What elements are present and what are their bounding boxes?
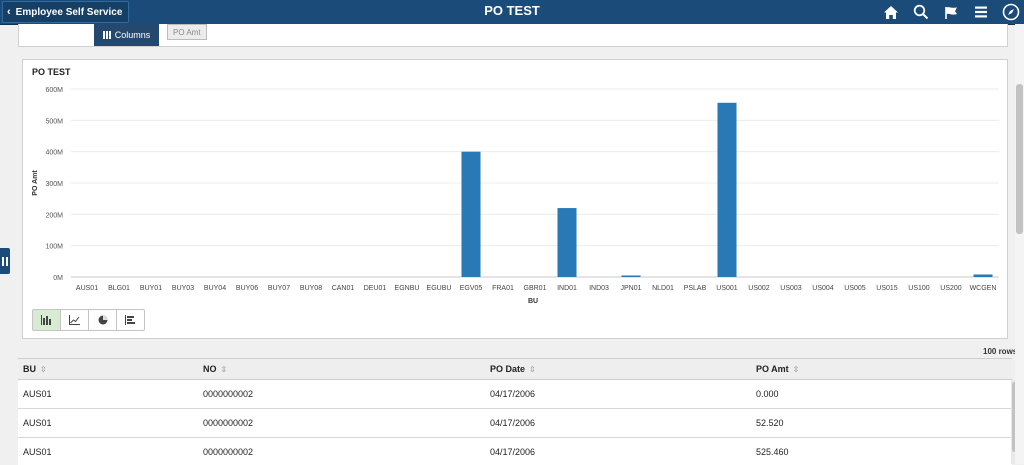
y-tick-label: 300M xyxy=(45,181,63,188)
x-tick-label: BUY04 xyxy=(204,285,226,292)
x-tick-label: EGNBU xyxy=(395,285,420,292)
page-scrollbar[interactable] xyxy=(1015,24,1024,464)
x-tick-label: EGV05 xyxy=(460,285,483,292)
cell-po-date: 04/17/2006 xyxy=(490,418,536,428)
horizontal-bar-icon[interactable] xyxy=(117,310,144,330)
cell-po-amt: 52.520 xyxy=(756,418,784,428)
y-tick-label: 100M xyxy=(45,244,63,251)
x-tick-label: US200 xyxy=(940,285,962,292)
bar xyxy=(717,102,737,277)
x-tick-label: US003 xyxy=(780,285,802,292)
back-button[interactable]: ‹ Employee Self Service xyxy=(2,1,130,23)
x-tick-label: IND03 xyxy=(589,285,609,292)
grid-header: BU ⇳ NO ⇳ PO Date ⇳ PO Amt ⇳ xyxy=(18,359,1012,380)
x-tick-label: BLG01 xyxy=(108,285,130,292)
x-tick-label: BUY07 xyxy=(268,285,290,292)
banner-actions xyxy=(874,0,1024,24)
x-tick-label: FRA01 xyxy=(492,285,514,292)
x-axis-label: BU xyxy=(528,298,538,305)
x-tick-label: DEU01 xyxy=(364,285,387,292)
po-amt-chip[interactable]: PO Amt xyxy=(167,24,207,40)
options-panel: Columns PO Amt xyxy=(18,24,1008,47)
x-tick-label: CAN01 xyxy=(332,285,355,292)
bar-chart: 0M 100M 200M 300M 400M 500M 600M AUS01 BLG01 BUY0… xyxy=(32,87,999,305)
cell-po-date: 04/17/2006 xyxy=(490,389,536,399)
cell-no: 0000000002 xyxy=(203,418,254,428)
chart-type-switcher xyxy=(32,309,145,331)
data-grid: BU ⇳ NO ⇳ PO Date ⇳ PO Amt ⇳ AUS01 000000000… xyxy=(18,358,1012,465)
sort-icon[interactable]: ⇳ xyxy=(793,365,800,374)
chevron-left-icon: ‹ xyxy=(7,6,11,18)
column-header-bu[interactable]: BU ⇳ xyxy=(23,359,47,379)
y-tick-label: 400M xyxy=(45,150,63,157)
back-button-label: Employee Self Service xyxy=(15,6,123,18)
table-row[interactable]: AUS01 0000000002 04/17/2006 0.000 xyxy=(18,380,1012,409)
top-banner: ‹ Employee Self Service PO TEST xyxy=(0,0,1024,25)
chart-title: PO TEST xyxy=(32,67,71,77)
bar xyxy=(557,208,577,277)
x-tick-label: US001 xyxy=(716,285,738,292)
x-tick-label: BUY06 xyxy=(236,285,258,292)
sort-icon[interactable]: ⇳ xyxy=(221,365,228,374)
side-panel-toggle[interactable] xyxy=(0,248,10,274)
cell-no: 0000000002 xyxy=(203,447,254,457)
column-header-po-amt[interactable]: PO Amt ⇳ xyxy=(756,359,799,379)
search-icon[interactable] xyxy=(908,0,934,24)
x-tick-label: US015 xyxy=(876,285,898,292)
columns-button[interactable]: Columns xyxy=(94,24,159,46)
x-tick-label: BUY01 xyxy=(140,285,162,292)
column-header-no[interactable]: NO ⇳ xyxy=(203,359,227,379)
y-tick-label: 500M xyxy=(45,118,63,125)
x-tick-label: GBR01 xyxy=(524,285,547,292)
pie-chart-icon[interactable] xyxy=(89,310,117,330)
bar xyxy=(973,274,993,277)
x-tick-label: US100 xyxy=(908,285,930,292)
line-chart-icon[interactable] xyxy=(61,310,89,330)
flag-icon[interactable] xyxy=(938,0,964,24)
table-row[interactable]: AUS01 0000000002 04/17/2006 52.520 xyxy=(18,409,1012,438)
page-scrollbar-thumb[interactable] xyxy=(1016,84,1023,234)
cell-no: 0000000002 xyxy=(203,389,254,399)
bar-chart-icon[interactable] xyxy=(33,310,61,330)
rows-count: 100 rows xyxy=(983,347,1018,356)
x-tick-label: IND01 xyxy=(557,285,577,292)
home-icon[interactable] xyxy=(878,0,904,24)
navbar-icon[interactable] xyxy=(998,0,1024,24)
y-axis-label: PO Amt xyxy=(32,170,39,196)
x-tick-label: BUY03 xyxy=(172,285,194,292)
page-title: PO TEST xyxy=(484,3,540,18)
x-tick-label: NLD01 xyxy=(652,285,674,292)
x-tick-label: PSLAB xyxy=(684,285,707,292)
x-tick-label: AUS01 xyxy=(76,285,98,292)
y-tick-label: 0M xyxy=(53,275,63,282)
bar xyxy=(621,275,641,277)
bar xyxy=(461,151,481,277)
y-tick-label: 600M xyxy=(45,87,63,94)
menu-icon[interactable] xyxy=(968,0,994,24)
cell-po-amt: 525.460 xyxy=(756,447,789,457)
sort-icon[interactable]: ⇳ xyxy=(40,365,47,374)
sort-icon[interactable]: ⇳ xyxy=(529,365,536,374)
pause-icon xyxy=(2,256,8,266)
y-tick-label: 200M xyxy=(45,212,63,219)
table-row[interactable]: AUS01 0000000002 04/17/2006 525.460 xyxy=(18,438,1012,465)
cell-bu: AUS01 xyxy=(23,389,52,399)
x-tick-label: US002 xyxy=(748,285,770,292)
cell-bu: AUS01 xyxy=(23,418,52,428)
cell-po-date: 04/17/2006 xyxy=(490,447,536,457)
x-tick-label: US005 xyxy=(844,285,866,292)
x-tick-label: EGUBU xyxy=(427,285,452,292)
x-tick-label: US004 xyxy=(812,285,834,292)
x-tick-label: WCGEN xyxy=(970,285,997,292)
chart-panel: 0M 100M 200M 300M 400M 500M 600M AUS01 BLG01 BUY0… xyxy=(22,59,1008,339)
cell-bu: AUS01 xyxy=(23,447,52,457)
x-tick-label: JPN01 xyxy=(620,285,641,292)
columns-button-label: Columns xyxy=(114,30,151,40)
columns-icon xyxy=(102,31,111,39)
cell-po-amt: 0.000 xyxy=(756,389,779,399)
column-header-po-date[interactable]: PO Date ⇳ xyxy=(490,359,536,379)
x-tick-label: BUY08 xyxy=(300,285,322,292)
